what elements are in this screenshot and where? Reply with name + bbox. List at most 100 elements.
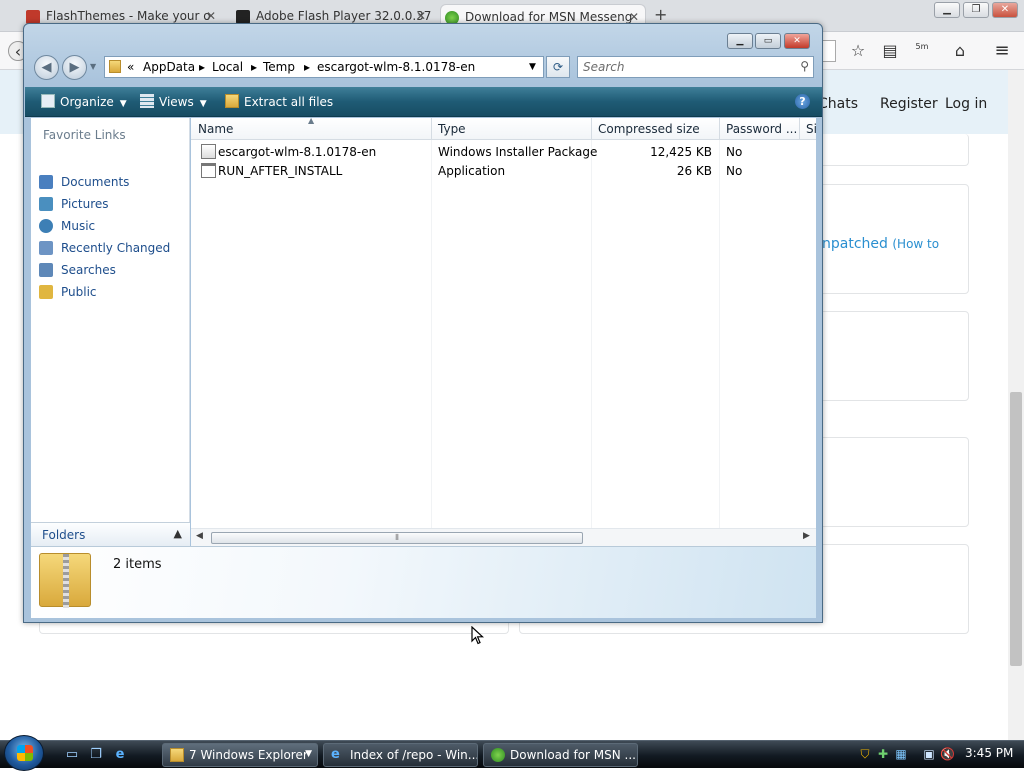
page-scrollbar-thumb[interactable]: [1010, 392, 1022, 666]
address-dropdown-icon[interactable]: ▼: [529, 62, 536, 72]
searches-icon: [39, 263, 53, 277]
breadcrumb-appdata[interactable]: AppData: [143, 60, 195, 74]
nav-link-pictures[interactable]: Pictures: [39, 197, 109, 211]
start-button[interactable]: [4, 735, 44, 771]
search-icon[interactable]: ⚲: [800, 59, 809, 73]
column-header-size[interactable]: Si: [806, 122, 817, 136]
refresh-button[interactable]: ⟳: [546, 56, 570, 78]
file-row[interactable]: escargot-wlm-8.1.0178-en Windows Install…: [191, 143, 816, 162]
extract-all-label: Extract all files: [244, 95, 334, 109]
browser-minimize-button[interactable]: ▁: [934, 2, 960, 18]
minimize-button[interactable]: ▁: [727, 33, 753, 49]
horizontal-scrollbar-thumb[interactable]: ⦀: [211, 532, 583, 544]
column-divider[interactable]: [719, 118, 720, 140]
file-row[interactable]: RUN_AFTER_INSTALL Application 26 KB No: [191, 162, 816, 181]
scroll-left-icon[interactable]: ◀: [196, 531, 203, 541]
help-icon[interactable]: ?: [795, 94, 810, 109]
extension-icon[interactable]: 5m: [912, 41, 932, 61]
breadcrumb-separator-icon[interactable]: ▸: [304, 60, 310, 74]
new-tab-button[interactable]: +: [654, 5, 667, 24]
close-tab-icon[interactable]: ✕: [416, 9, 426, 23]
file-compressed-size: 26 KB: [676, 164, 712, 178]
recent-pages-caret-icon[interactable]: ▼: [90, 62, 96, 71]
home-icon[interactable]: ⌂: [950, 41, 970, 61]
chevron-up-icon[interactable]: ▲: [174, 527, 182, 540]
tray-app-icon[interactable]: ▦: [894, 747, 908, 761]
url-bar-edge[interactable]: [822, 40, 836, 62]
switch-windows-icon[interactable]: ❐: [88, 747, 104, 763]
column-header-name[interactable]: Name: [198, 122, 233, 136]
unpatched-link[interactable]: npatched (How to: [822, 236, 939, 252]
favorite-links-header: Favorite Links: [43, 128, 126, 142]
column-divider[interactable]: [799, 118, 800, 140]
close-tab-icon[interactable]: ✕: [206, 9, 216, 23]
volume-muted-icon[interactable]: 🔇: [940, 747, 955, 761]
maximize-button[interactable]: ▭: [755, 33, 781, 49]
back-button[interactable]: ◀: [34, 55, 59, 80]
display-icon[interactable]: ▣: [922, 747, 936, 761]
taskbar-button-label: 7 Windows Explorer: [189, 748, 308, 762]
close-tab-icon[interactable]: ✕: [629, 10, 639, 24]
breadcrumb-separator-icon[interactable]: ▸: [199, 60, 205, 74]
nav-link-login[interactable]: Log in: [945, 96, 987, 112]
flashthemes-favicon: [26, 10, 40, 24]
nav-link-label: Recently Changed: [61, 241, 171, 255]
bookmark-star-icon[interactable]: ☆: [848, 41, 868, 61]
command-bar: Organize ▼ Views ▼ Extract all files ?: [25, 87, 822, 117]
file-password: No: [726, 164, 743, 178]
menu-icon[interactable]: ≡: [992, 41, 1012, 61]
file-list: Name ▲ Type Compressed size Password ...…: [191, 116, 817, 546]
organize-label: Organize: [60, 95, 114, 109]
nav-link-public[interactable]: Public: [39, 285, 97, 299]
page-scrollbar[interactable]: [1008, 70, 1024, 740]
breadcrumb-overflow[interactable]: «: [127, 60, 134, 74]
taskbar-button-index-repo[interactable]: e Index of /repo - Win...: [323, 743, 478, 767]
internet-explorer-icon[interactable]: e: [112, 747, 128, 763]
search-placeholder: Search: [583, 60, 625, 74]
extract-all-button[interactable]: Extract all files: [225, 94, 333, 109]
zip-folder-icon: [225, 94, 239, 108]
views-button[interactable]: Views ▼: [140, 94, 207, 109]
file-name: RUN_AFTER_INSTALL: [218, 164, 343, 178]
column-header-type[interactable]: Type: [438, 122, 466, 136]
network-icon[interactable]: ✚: [876, 747, 890, 761]
browser-restore-button[interactable]: ❐: [963, 2, 989, 18]
column-divider[interactable]: [431, 118, 432, 140]
security-shield-icon[interactable]: ⛉: [858, 747, 872, 761]
chevron-down-icon: ▼: [199, 99, 207, 109]
column-header-password[interactable]: Password ...: [726, 122, 797, 136]
taskbar-button-windows-explorer[interactable]: 7 Windows Explorer ▼: [162, 743, 318, 767]
adobe-favicon: [236, 10, 250, 24]
system-clock[interactable]: 3:45 PM: [965, 746, 1013, 760]
nav-link-recently-changed[interactable]: Recently Changed: [39, 241, 170, 255]
taskbar-button-msn-download[interactable]: Download for MSN ...: [483, 743, 638, 767]
breadcrumb-separator-icon[interactable]: ▸: [251, 60, 257, 74]
folders-toggle[interactable]: Folders ▲: [31, 522, 190, 546]
browser-close-button[interactable]: ✕: [992, 2, 1018, 18]
nav-link-register[interactable]: Register: [880, 96, 938, 112]
nav-link-documents[interactable]: Documents: [39, 175, 129, 189]
scroll-right-icon[interactable]: ▶: [803, 531, 810, 541]
views-icon: [140, 94, 154, 108]
show-desktop-icon[interactable]: ▭: [64, 747, 80, 763]
breadcrumb-current-folder[interactable]: escargot-wlm-8.1.0178-en: [317, 60, 475, 74]
breadcrumb-temp[interactable]: Temp: [263, 60, 295, 74]
how-to-link[interactable]: (How to: [892, 237, 939, 251]
horizontal-scrollbar[interactable]: ◀ ⦀ ▶: [191, 528, 816, 546]
taskbar-button-label: Download for MSN ...: [510, 748, 636, 762]
address-bar[interactable]: « AppData ▸ Local ▸ Temp ▸ escargot-wlm-…: [104, 56, 544, 78]
reading-list-icon[interactable]: ▤: [880, 41, 900, 61]
nav-link-music[interactable]: Music: [39, 219, 95, 233]
nav-link-chats[interactable]: Chats: [818, 96, 858, 112]
close-button[interactable]: ✕: [784, 33, 810, 49]
views-label: Views: [159, 95, 194, 109]
organize-button[interactable]: Organize ▼: [41, 94, 127, 109]
search-input[interactable]: Search ⚲: [577, 56, 814, 78]
breadcrumb-local[interactable]: Local: [212, 60, 243, 74]
column-header-compressed-size[interactable]: Compressed size: [598, 122, 700, 136]
zip-folder-icon: [39, 553, 91, 608]
tab-label: Adobe Flash Player 32.0.0.37: [256, 9, 432, 23]
column-divider[interactable]: [591, 118, 592, 140]
forward-button[interactable]: ▶: [62, 55, 87, 80]
nav-link-searches[interactable]: Searches: [39, 263, 116, 277]
